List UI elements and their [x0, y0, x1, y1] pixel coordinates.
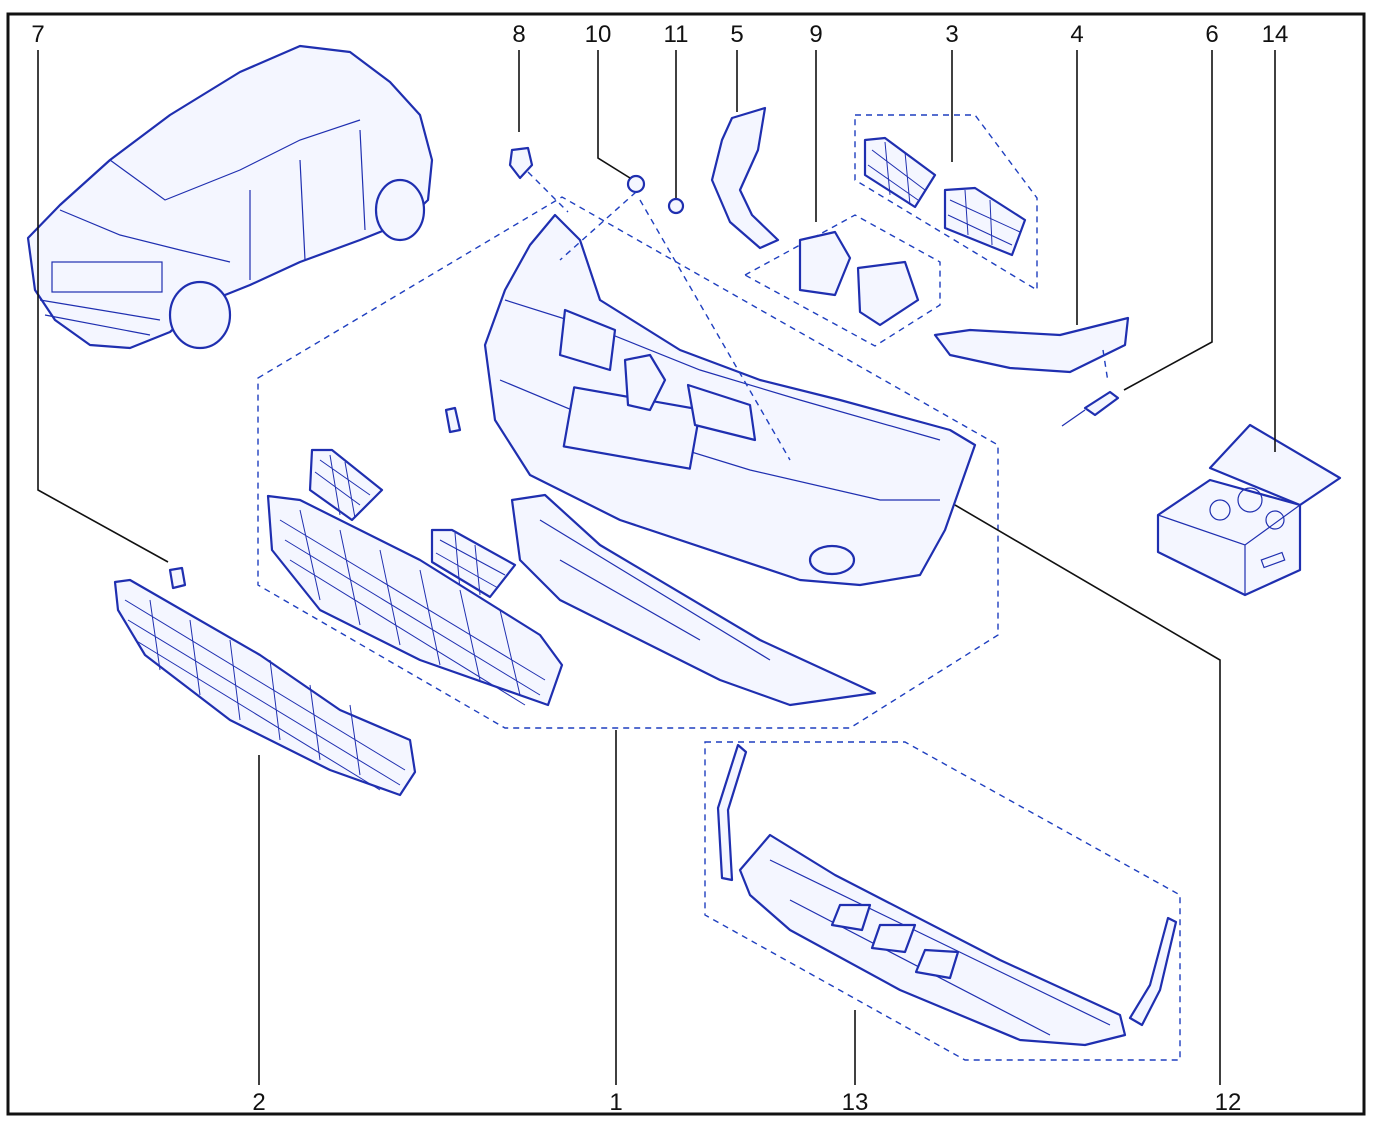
callout-8: 8	[512, 21, 525, 48]
callout-2: 2	[252, 1089, 265, 1116]
callout-3: 3	[945, 21, 958, 48]
grille-clip-7	[168, 566, 187, 590]
bumper-clip	[444, 406, 462, 434]
callout-6: 6	[1205, 21, 1218, 48]
lower-spoiler	[738, 833, 1127, 1047]
nut-11	[667, 197, 685, 215]
callout-1: 1	[609, 1089, 622, 1116]
callout-9: 9	[809, 21, 822, 48]
bracket-5	[710, 106, 780, 250]
callout-11: 11	[664, 21, 689, 48]
side-strip-right	[1128, 916, 1178, 1027]
bracket-4	[933, 316, 1130, 374]
callout-12: 12	[1215, 1089, 1242, 1116]
fastener-10	[626, 174, 646, 194]
callout-10: 10	[585, 21, 612, 48]
callout-7: 7	[31, 21, 44, 48]
guide-9b	[856, 260, 920, 327]
car-illustration	[26, 44, 434, 350]
side-grille-3b	[943, 186, 1027, 257]
guide-9a	[798, 230, 852, 297]
side-grille-3a	[863, 136, 937, 209]
exploded-parts-diagram: 7 8 10 11 5 9 3 4 6 14 2 1 13 12	[6, 12, 1366, 1116]
side-strip-left	[716, 743, 748, 882]
rivet-6	[1083, 390, 1120, 417]
callout-14: 14	[1262, 21, 1289, 48]
callout-13: 13	[842, 1089, 869, 1116]
callout-5: 5	[730, 21, 743, 48]
callout-4: 4	[1070, 21, 1083, 48]
fastener-kit-box	[1156, 423, 1342, 597]
